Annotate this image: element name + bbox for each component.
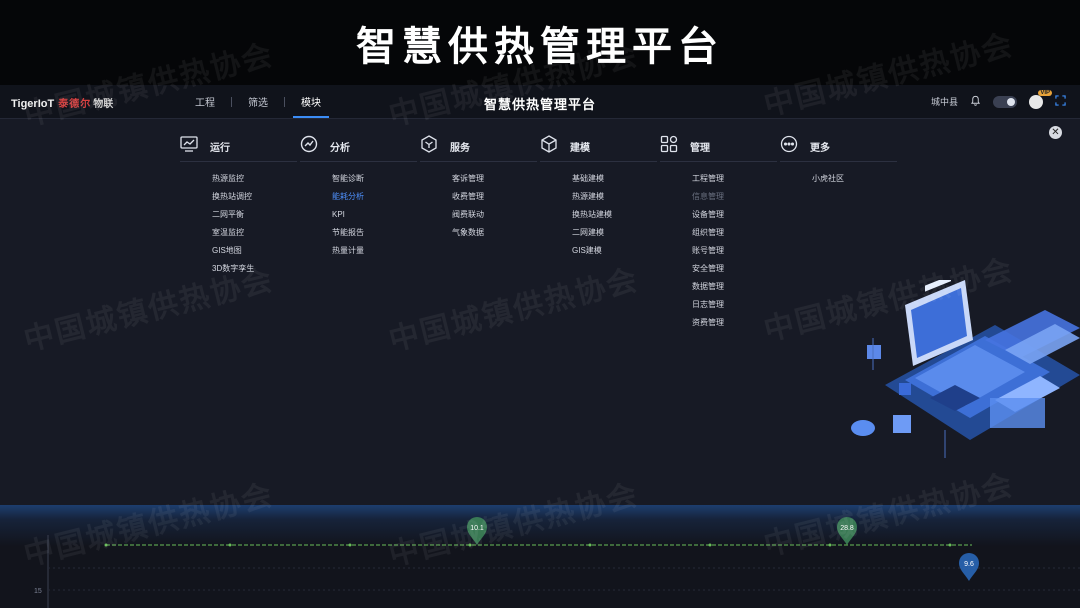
menu-item[interactable]: 室温监控 bbox=[212, 224, 297, 242]
header-tools: 城中县 VIP bbox=[931, 85, 1066, 118]
menu-column: 建模基础建模 热源建模 换热站建模 二网建模 GIS建模 bbox=[540, 134, 657, 260]
menu-item[interactable]: GIS地图 bbox=[212, 242, 297, 260]
value-marker-label: 28.8 bbox=[840, 525, 854, 532]
menu-column: 运行热源监控 换热站调控 二网平衡 室温监控 GIS地图 3D数字孪生 bbox=[180, 135, 297, 278]
series-point bbox=[828, 543, 832, 547]
value-marker-label: 10.1 bbox=[470, 525, 484, 532]
line-chart-icon bbox=[180, 135, 198, 157]
menu-item[interactable]: 设备管理 bbox=[692, 206, 777, 224]
menu-item: 信息管理 bbox=[692, 192, 724, 201]
menu-item[interactable]: 换热站调控 bbox=[212, 188, 297, 206]
hexagon-service-icon bbox=[420, 134, 438, 158]
value-marker-pin: 10.1 bbox=[467, 517, 487, 545]
menu-column-header: 建模 bbox=[540, 134, 657, 162]
menu-item[interactable]: 小虎社区 bbox=[812, 170, 897, 188]
menu-item[interactable]: 资费管理 bbox=[692, 314, 777, 332]
menu-item[interactable]: 二网建模 bbox=[572, 224, 657, 242]
menu-item[interactable]: 能耗分析 bbox=[332, 188, 417, 206]
series-point bbox=[468, 543, 472, 547]
close-icon: ✕ bbox=[1051, 127, 1060, 138]
menu-item[interactable]: 安全管理 bbox=[692, 260, 777, 278]
value-marker-pin: 28.8 bbox=[837, 517, 857, 545]
menu-item-list: 智能诊断 能耗分析 KPI 节能报告 热量计量 bbox=[300, 170, 417, 260]
menu-item[interactable]: 热源建模 bbox=[572, 188, 657, 206]
menu-item[interactable]: 二网平衡 bbox=[212, 206, 297, 224]
menu-item[interactable]: 收费管理 bbox=[452, 188, 537, 206]
menu-item[interactable]: 账号管理 bbox=[692, 242, 777, 260]
menu-item[interactable]: 日志管理 bbox=[692, 296, 777, 314]
menu-item[interactable]: 换热站建模 bbox=[572, 206, 657, 224]
menu-item-list: 客诉管理 收费管理 阀费联动 气象数据 bbox=[420, 170, 537, 242]
menu-item[interactable]: 热量计量 bbox=[332, 242, 417, 260]
menu-column-title: 分析 bbox=[330, 142, 350, 154]
app-window: TigerIoT 泰德尔 物联 工程 筛选 模块 智慧供热管理平台 城中县 VIP … bbox=[0, 85, 1080, 608]
series-point bbox=[708, 543, 712, 547]
fullscreen-icon[interactable] bbox=[1055, 95, 1066, 108]
bell-icon[interactable] bbox=[970, 95, 981, 108]
banner: 智慧供热管理平台 bbox=[0, 0, 1080, 85]
trend-analysis-icon bbox=[300, 135, 318, 158]
top-bar: TigerIoT 泰德尔 物联 工程 筛选 模块 智慧供热管理平台 城中县 VIP bbox=[0, 85, 1080, 119]
series-point bbox=[588, 543, 592, 547]
menu-item-list: 工程管理信息管理设备管理 组织管理 账号管理 安全管理 数据管理 日志管理 资费管理 bbox=[660, 170, 777, 332]
menu-column-title: 运行 bbox=[210, 142, 230, 154]
menu-item[interactable]: 节能报告 bbox=[332, 224, 417, 242]
chart-panel: 15 10.1 28.8 9.6 bbox=[0, 505, 1080, 608]
menu-column-header: 服务 bbox=[420, 134, 537, 162]
menu-column: 服务客诉管理 收费管理 阀费联动 气象数据 bbox=[420, 134, 537, 242]
cube-model-icon bbox=[540, 134, 558, 158]
menu-item[interactable]: 工程管理 bbox=[692, 170, 777, 188]
menu-item[interactable]: 气象数据 bbox=[452, 224, 537, 242]
menu-item[interactable]: 组织管理 bbox=[692, 224, 777, 242]
menu-column-header: 更多 bbox=[780, 135, 897, 162]
banner-title: 智慧供热管理平台 bbox=[356, 22, 724, 70]
location-selector[interactable]: 城中县 bbox=[931, 95, 958, 108]
menu-item[interactable]: 热源监控 bbox=[212, 170, 297, 188]
trend-chart: 15 10.1 28.8 9.6 bbox=[34, 517, 1080, 608]
moon-icon bbox=[1007, 97, 1015, 106]
menu-column-title: 服务 bbox=[450, 142, 470, 154]
menu-column-title: 更多 bbox=[810, 142, 830, 154]
value-marker-label: 9.6 bbox=[964, 561, 974, 568]
app-title: 智慧供热管理平台 bbox=[483, 97, 596, 112]
menu-column-header: 分析 bbox=[300, 135, 417, 162]
menu-item-list: 小虎社区 bbox=[780, 170, 897, 188]
grid-apps-icon bbox=[660, 135, 678, 158]
menu-column-header: 运行 bbox=[180, 135, 297, 162]
avatar[interactable]: VIP bbox=[1029, 89, 1052, 109]
menu-item[interactable]: 数据管理 bbox=[692, 278, 777, 296]
menu-item[interactable]: 3D数字孪生 bbox=[212, 260, 297, 278]
menu-item-list: 热源监控 换热站调控 二网平衡 室温监控 GIS地图 3D数字孪生 bbox=[180, 170, 297, 278]
menu-column-title: 建模 bbox=[570, 142, 590, 154]
menu-column-header: 管理 bbox=[660, 135, 777, 162]
menu-column-title: 管理 bbox=[690, 142, 710, 154]
close-button[interactable]: ✕ bbox=[1049, 126, 1062, 139]
vip-badge: VIP bbox=[1038, 89, 1052, 96]
menu-item-list: 基础建模 热源建模 换热站建模 二网建模 GIS建模 bbox=[540, 170, 657, 260]
menu-item[interactable]: KPI bbox=[332, 206, 417, 224]
isometric-illustration bbox=[851, 280, 1080, 458]
menu-item[interactable]: 基础建模 bbox=[572, 170, 657, 188]
series-point bbox=[228, 543, 232, 547]
y-tick-label: 15 bbox=[34, 588, 42, 595]
value-marker-pin: 9.6 bbox=[959, 553, 979, 581]
series-point bbox=[348, 543, 352, 547]
more-dots-icon bbox=[780, 135, 798, 158]
menu-column: 更多 小虎社区 bbox=[780, 135, 897, 188]
menu-column: 管理工程管理信息管理设备管理 组织管理 账号管理 安全管理 数据管理 日志管理 资费管理 bbox=[660, 135, 777, 332]
series-point bbox=[948, 543, 952, 547]
menu-item[interactable]: 智能诊断 bbox=[332, 170, 417, 188]
menu-item[interactable]: GIS建模 bbox=[572, 242, 657, 260]
menu-column: 分析智能诊断 能耗分析 KPI 节能报告 热量计量 bbox=[300, 135, 417, 260]
series-point bbox=[104, 543, 108, 547]
menu-item[interactable]: 阀费联动 bbox=[452, 206, 537, 224]
menu-item[interactable]: 客诉管理 bbox=[452, 170, 537, 188]
theme-toggle[interactable] bbox=[993, 95, 1017, 108]
